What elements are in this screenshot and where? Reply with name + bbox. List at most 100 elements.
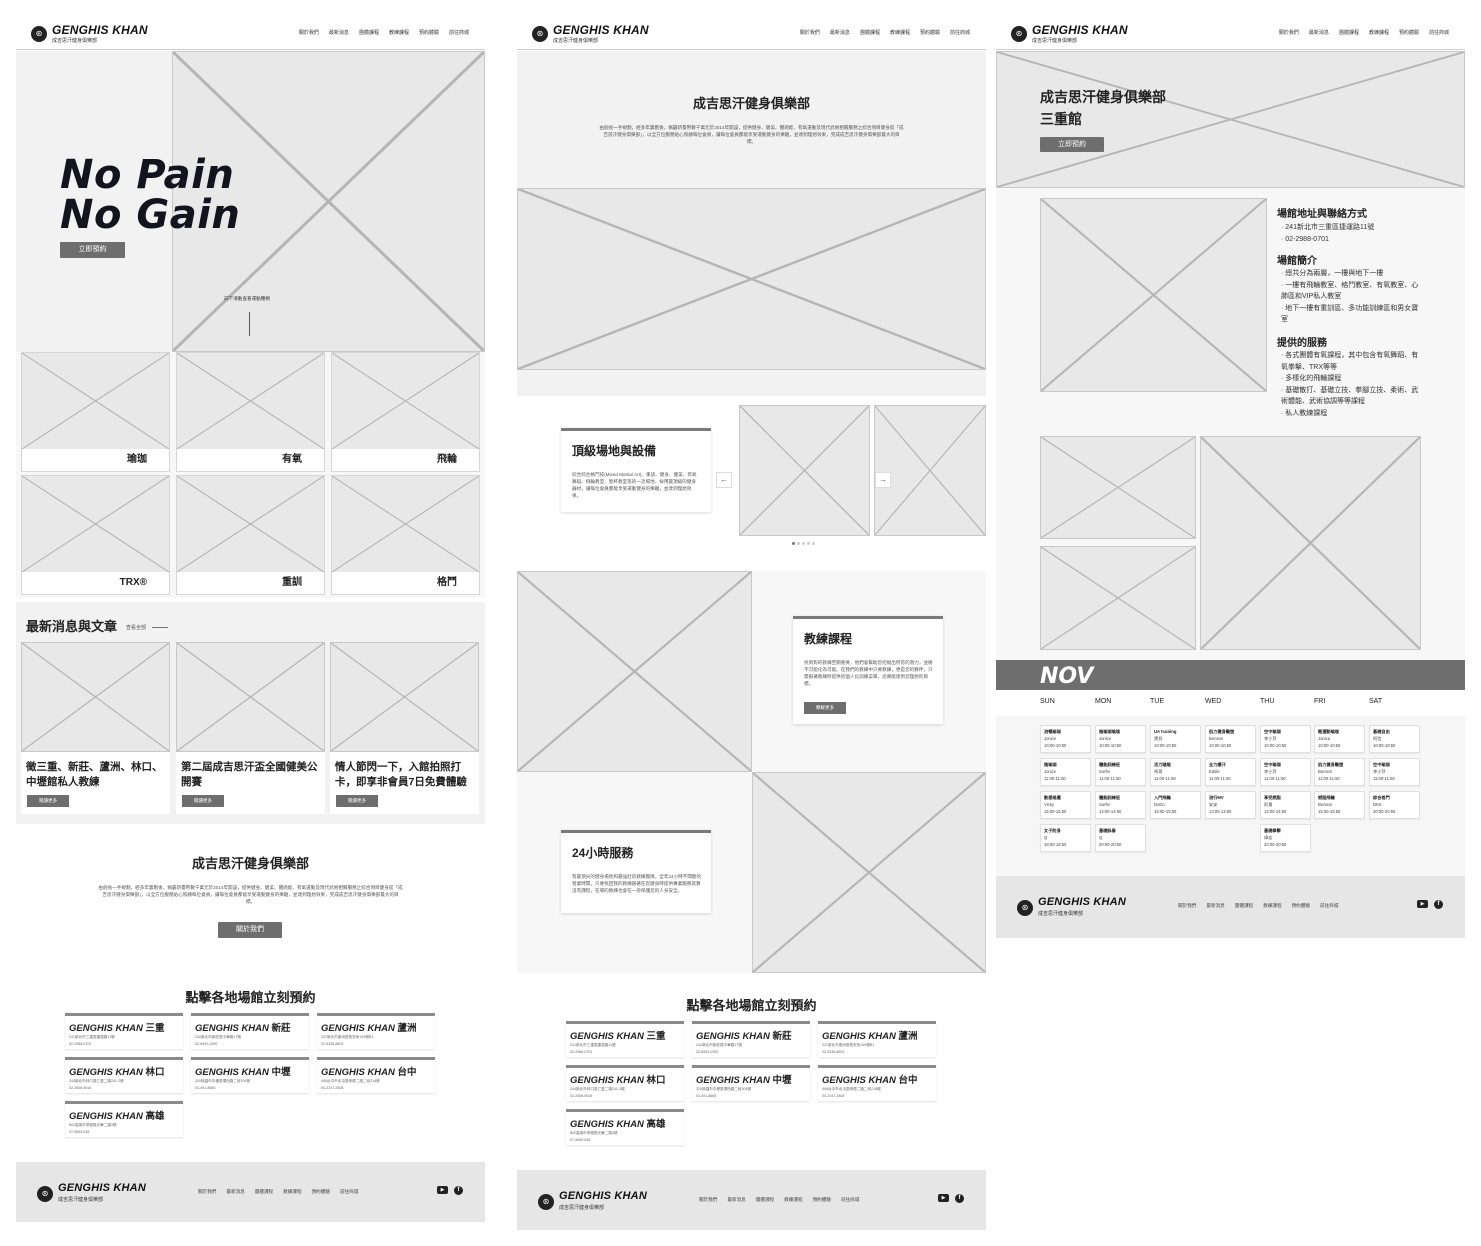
class-slot[interactable]: 空中瑜珈 李小芽 11:00-11:50 [1260, 758, 1311, 786]
footer-nav-item[interactable]: 最新消息 [226, 1189, 244, 1195]
category-card[interactable]: 重訓 [176, 475, 325, 595]
nav-item-shop[interactable]: 前往商城 [1429, 29, 1449, 36]
class-slot[interactable]: 全力爆汗 Eddie 11:00-11:50 [1205, 758, 1256, 786]
location-card[interactable]: GENGHIS KHAN 蘆洲 247新北市蘆洲區長安街159號B1 02-5336… [317, 1013, 435, 1049]
class-slot[interactable]: 燃脂飛輪 Benson 15:00-15:50 [1314, 791, 1365, 819]
nav-item-group-class[interactable]: 團體課程 [860, 29, 880, 36]
read-more-button[interactable]: 閱讀更多 [336, 795, 378, 807]
footer-logo-icon[interactable]: ⊛ [538, 1194, 554, 1210]
class-slot[interactable]: 流暢瑜珈 Jonice 10:00-10:50 [1040, 725, 1091, 753]
carousel-next-button[interactable]: → [875, 472, 891, 488]
class-slot[interactable]: 肌力健身雕塑 Benson 11:00-11:50 [1314, 758, 1365, 786]
location-card[interactable]: GENGHIS KHAN 中壢 320桃園市中壢區環西路二段304號 03-491-… [191, 1057, 309, 1093]
carousel-dot-active[interactable] [792, 542, 795, 545]
nav-item-coach-class[interactable]: 教練課程 [1369, 29, 1389, 36]
news-card[interactable]: 徵三重、新莊、蘆洲、林口、中壢館私人教練 閱讀更多 [21, 642, 170, 814]
logo-icon[interactable]: ⊛ [532, 26, 548, 42]
footer-logo-name[interactable]: GENGHIS KHAN [559, 1190, 647, 1202]
nav-item-booking[interactable]: 預約體驗 [419, 29, 439, 36]
nav-item-group-class[interactable]: 團體課程 [359, 29, 379, 36]
footer-nav-item[interactable]: 教練課程 [784, 1197, 802, 1203]
footer-nav-item[interactable]: 前往商城 [340, 1189, 358, 1195]
location-card[interactable]: GENGHIS KHAN 高雄 802高雄市苓雅區光華二路3號 07-5569-63… [566, 1109, 684, 1145]
nav-item-about[interactable]: 關於我們 [800, 29, 820, 36]
category-card[interactable]: 瑜珈 [21, 352, 170, 472]
nav-item-shop[interactable]: 前往商城 [449, 29, 469, 36]
footer-nav-item[interactable]: 前往商城 [841, 1197, 859, 1203]
footer-nav-item[interactable]: 關於我們 [1178, 903, 1196, 909]
logo-name[interactable]: GENGHIS KHAN [553, 23, 649, 37]
location-card[interactable]: GENGHIS KHAN 蘆洲 247新北市蘆洲區長安街159號B1 02-5336… [818, 1021, 936, 1057]
nav-item-about[interactable]: 關於我們 [299, 29, 319, 36]
class-slot[interactable]: UA training 寶貝 10:00-10:50 [1150, 725, 1201, 753]
carousel-dot[interactable] [802, 542, 805, 545]
class-slot[interactable]: 體能訓練班 Surfer 11:00-11:50 [1095, 758, 1146, 786]
class-slot[interactable]: 女子防身 Q 18:00-18:50 [1040, 824, 1091, 852]
logo-icon[interactable]: ⊛ [31, 26, 47, 42]
nav-item-news[interactable]: 最新消息 [329, 29, 349, 36]
footer-nav-item[interactable]: 最新消息 [1206, 903, 1224, 909]
hero-book-button[interactable]: 立即預約 [60, 242, 125, 258]
footer-nav-item[interactable]: 教練課程 [1263, 903, 1281, 909]
location-card[interactable]: GENGHIS KHAN 台中 406台中市北屯區崇德二路二段218號 04-224… [317, 1057, 435, 1093]
footer-nav-item[interactable]: 教練課程 [283, 1189, 301, 1195]
nav-item-news[interactable]: 最新消息 [830, 29, 850, 36]
location-card[interactable]: GENGHIS KHAN 新莊 242新北市新莊區中華路17號 02-8992-03… [191, 1013, 309, 1049]
carousel-prev-button[interactable]: ← [716, 472, 732, 488]
class-slot[interactable]: 流行MV 安安 13:00-13:50 [1205, 791, 1256, 819]
location-card[interactable]: GENGHIS KHAN 中壢 320桃園市中壢區環西路二段304號 03-491-… [692, 1065, 810, 1101]
nav-item-news[interactable]: 最新消息 [1309, 29, 1329, 36]
footer-nav-item[interactable]: 最新消息 [727, 1197, 745, 1203]
phone-item[interactable]: · 02-2988-0701 [1281, 234, 1431, 246]
class-slot[interactable]: 享受燃脂 阿貴 14:00-14:50 [1260, 791, 1311, 819]
nav-item-coach-class[interactable]: 教練課程 [890, 29, 910, 36]
location-card[interactable]: GENGHIS KHAN 林口 244新北市林口區仁愛二路241-2號 02-260… [566, 1065, 684, 1101]
about-us-button[interactable]: 關於我們 [218, 922, 282, 938]
coach-more-button[interactable]: 瞭解更多 [804, 702, 846, 714]
footer-nav-item[interactable]: 預約體驗 [1292, 903, 1310, 909]
class-slot[interactable]: 輕運動瑜珈 Jonica 10:00-10:50 [1314, 725, 1365, 753]
location-card[interactable]: GENGHIS KHAN 高雄 802高雄市苓雅區光華二路3號 07-5569-63… [65, 1101, 183, 1137]
class-slot[interactable]: 動感搖擺 Vicky 15:00-15:50 [1040, 791, 1091, 819]
footer-nav-item[interactable]: 團體課程 [255, 1189, 273, 1195]
category-card[interactable]: 格鬥 [331, 475, 480, 595]
class-slot[interactable]: 肌力健身雕塑 Benson 10:00-10:50 [1205, 725, 1256, 753]
news-view-all-link[interactable]: 查看全部 [126, 624, 146, 631]
class-slot[interactable]: 陰瑜珈瑜珈 Jonice 10:00-10:50 [1095, 725, 1146, 753]
class-slot[interactable]: 基礎拳擊 偉宏 20:00-20:50 [1260, 824, 1311, 852]
class-slot[interactable]: 空中瑜珈 李小芽 10:00-10:50 [1260, 725, 1311, 753]
carousel-dot[interactable] [812, 542, 815, 545]
location-card[interactable]: GENGHIS KHAN 三重 241新北市三重區捷運路11號 02-2988-07… [566, 1021, 684, 1057]
youtube-icon[interactable]: ▶ [938, 1194, 949, 1202]
footer-nav-item[interactable]: 團體課程 [756, 1197, 774, 1203]
location-card[interactable]: GENGHIS KHAN 新莊 242新北市新莊區中華路17號 02-8992-03… [692, 1021, 810, 1057]
location-card[interactable]: GENGHIS KHAN 林口 244新北市林口區仁愛二路241-2號 02-260… [65, 1057, 183, 1093]
nav-item-booking[interactable]: 預約體驗 [920, 29, 940, 36]
class-slot[interactable]: 陰瑜珈 Jonice 11:00-11:50 [1040, 758, 1091, 786]
nav-item-booking[interactable]: 預約體驗 [1399, 29, 1419, 36]
nav-item-about[interactable]: 關於我們 [1279, 29, 1299, 36]
news-card[interactable]: 情人節閃一下，入館拍照打卡，即享非會員7日免費體驗 閱讀更多 [330, 642, 479, 814]
nav-item-shop[interactable]: 前往商城 [950, 29, 970, 36]
footer-nav-item[interactable]: 關於我們 [699, 1197, 717, 1203]
class-slot[interactable]: 綜合格鬥 DKK 20:00-20:50 [1369, 791, 1420, 819]
footer-nav-item[interactable]: 預約體驗 [312, 1189, 330, 1195]
logo-name[interactable]: GENGHIS KHAN [1032, 23, 1128, 37]
logo-icon[interactable]: ⊛ [1011, 26, 1027, 42]
category-card[interactable]: TRX® [21, 475, 170, 595]
class-slot[interactable]: 入門飛輪 DoDo 15:00-15:50 [1150, 791, 1201, 819]
facebook-icon[interactable]: f [454, 1186, 463, 1195]
nav-item-coach-class[interactable]: 教練課程 [389, 29, 409, 36]
class-slot[interactable]: 基礎自由 阿信 10:00-10:50 [1369, 725, 1420, 753]
read-more-button[interactable]: 閱讀更多 [182, 795, 224, 807]
news-card[interactable]: 第二屆成吉思汗盃全國健美公開賽 閱讀更多 [176, 642, 325, 814]
facebook-icon[interactable]: f [1434, 900, 1443, 909]
footer-logo-name[interactable]: GENGHIS KHAN [1038, 896, 1126, 908]
branch-book-button[interactable]: 立即預約 [1040, 137, 1104, 152]
category-card[interactable]: 有氧 [176, 352, 325, 472]
nav-item-group-class[interactable]: 團體課程 [1339, 29, 1359, 36]
read-more-button[interactable]: 閱讀更多 [27, 795, 69, 807]
carousel-dot[interactable] [807, 542, 810, 545]
footer-logo-icon[interactable]: ⊛ [37, 1186, 53, 1202]
facebook-icon[interactable]: f [955, 1194, 964, 1203]
